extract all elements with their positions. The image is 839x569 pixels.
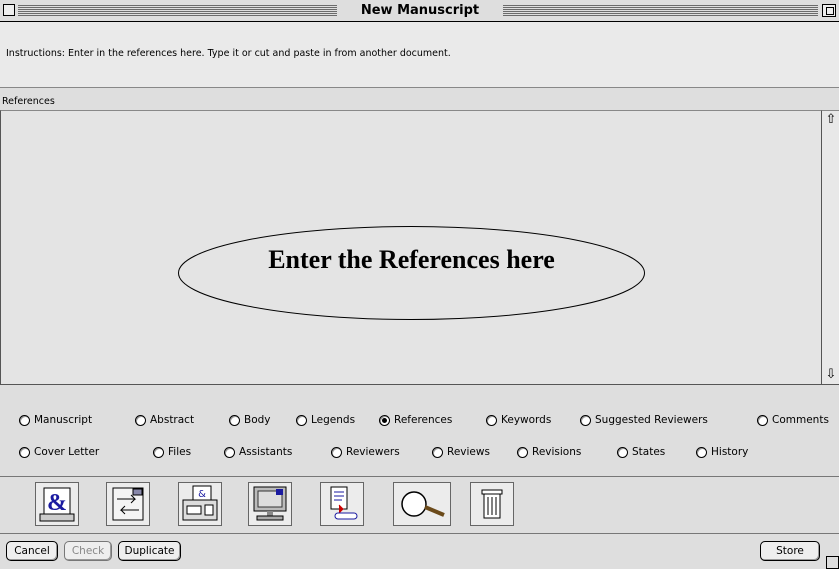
radio-reviewers[interactable]: Reviewers [331,444,400,460]
radio-dot [486,414,497,426]
radio-dot [432,446,443,458]
cancel-button[interactable]: Cancel [6,541,58,561]
radio-label: Files [168,446,192,458]
radio-dot [580,414,591,426]
radio-dot [517,446,528,458]
radio-states[interactable]: States [617,444,665,460]
scroll-up-arrow-icon[interactable]: ⇧ [823,112,839,128]
divider [0,384,839,398]
radio-abstract[interactable]: Abstract [135,412,194,428]
radio-label: Manuscript [34,414,93,426]
radio-references[interactable]: References [379,412,452,428]
radio-dot-selected [379,414,390,426]
radio-label: Abstract [150,414,195,426]
title-bar[interactable]: New Manuscript [0,0,839,22]
radio-comments[interactable]: Comments [757,412,829,428]
window-title: New Manuscript [337,3,503,19]
resize-grow-icon[interactable] [826,556,839,569]
magnifier-icon[interactable] [393,482,451,526]
references-scrollbar[interactable]: ⇧ ⇩ [821,110,839,384]
fax-machine-icon[interactable]: & [178,482,222,526]
radio-dot [757,414,768,426]
radio-label: Comments [772,414,829,426]
radio-dot [224,446,235,458]
radio-cover-letter[interactable]: Cover Letter [19,444,99,460]
radio-dot [135,414,146,426]
radio-dot [696,446,707,458]
radio-label: References [394,414,453,426]
check-button[interactable]: Check [64,541,112,561]
references-label: References [2,96,55,107]
trash-icon[interactable] [470,482,514,526]
radio-reviews[interactable]: Reviews [432,444,490,460]
radio-suggested-reviewers[interactable]: Suggested Reviewers [580,412,708,428]
radio-label: Assistants [239,446,293,458]
close-box-icon[interactable] [3,4,15,16]
radio-label: Cover Letter [34,446,100,458]
radio-dot [19,446,30,458]
radio-revisions[interactable]: Revisions [517,444,581,460]
radio-label: States [632,446,666,458]
radio-files[interactable]: Files [153,444,191,460]
document-import-icon[interactable] [320,482,364,526]
instructions-text: Instructions: Enter in the references he… [6,48,451,59]
radio-legends[interactable]: Legends [296,412,355,428]
radio-history[interactable]: History [696,444,748,460]
radio-label: History [711,446,749,458]
svg-text:&: & [47,490,67,516]
zoom-box-icon[interactable] [822,4,836,17]
radio-label: Revisions [532,446,582,458]
radio-keywords[interactable]: Keywords [486,412,551,428]
radio-label: Keywords [501,414,552,426]
callout-text: Enter the References here [268,245,555,274]
radio-label: Legends [311,414,356,426]
radio-dot [296,414,307,426]
radio-dot [331,446,342,458]
radio-dot [229,414,240,426]
radio-label: Reviews [447,446,490,458]
monitor-icon[interactable] [248,482,292,526]
radio-label: Reviewers [346,446,400,458]
duplicate-button[interactable]: Duplicate [118,541,181,561]
transfer-arrows-icon[interactable] [106,482,150,526]
radio-dot [19,414,30,426]
radio-dot [617,446,628,458]
svg-text:&: & [198,489,206,500]
store-button[interactable]: Store [760,541,820,561]
radio-manuscript[interactable]: Manuscript [19,412,92,428]
radio-body[interactable]: Body [229,412,271,428]
radio-label: Suggested Reviewers [595,414,708,426]
radio-dot [153,446,164,458]
radio-assistants[interactable]: Assistants [224,444,292,460]
letter-ampersand-icon[interactable]: & [35,482,79,526]
scroll-down-arrow-icon[interactable]: ⇩ [823,367,839,383]
radio-label: Body [244,414,271,426]
